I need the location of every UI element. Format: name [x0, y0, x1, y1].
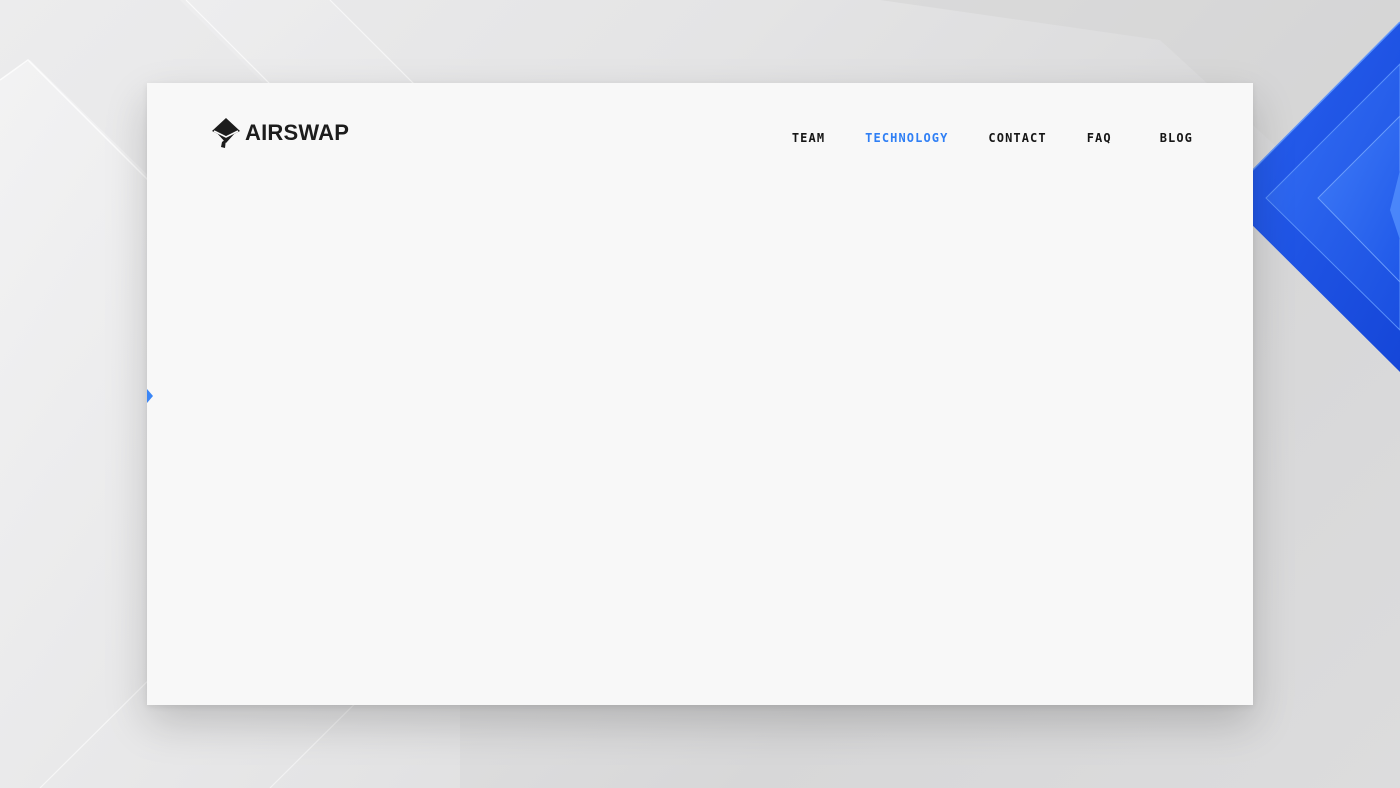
nav-item-blog[interactable]: BLOG: [1160, 131, 1193, 145]
main-nav: TEAM TECHNOLOGY CONTACT FAQ BLOG: [792, 130, 1193, 146]
nav-item-faq[interactable]: FAQ: [1087, 131, 1112, 145]
page-background: AIRSWAP TEAM TECHNOLOGY CONTACT FAQ BLOG: [0, 0, 1400, 788]
brand-name: AIRSWAP: [245, 120, 350, 145]
logo-link[interactable]: AIRSWAP: [211, 117, 349, 149]
airswap-logo-icon: [212, 118, 240, 148]
main-panel: AIRSWAP TEAM TECHNOLOGY CONTACT FAQ BLOG: [147, 83, 1253, 705]
nav-item-technology[interactable]: TECHNOLOGY: [865, 131, 948, 145]
nav-item-team[interactable]: TEAM: [792, 131, 825, 145]
nav-item-contact[interactable]: CONTACT: [988, 131, 1046, 145]
triangle-right-icon[interactable]: [147, 389, 153, 403]
